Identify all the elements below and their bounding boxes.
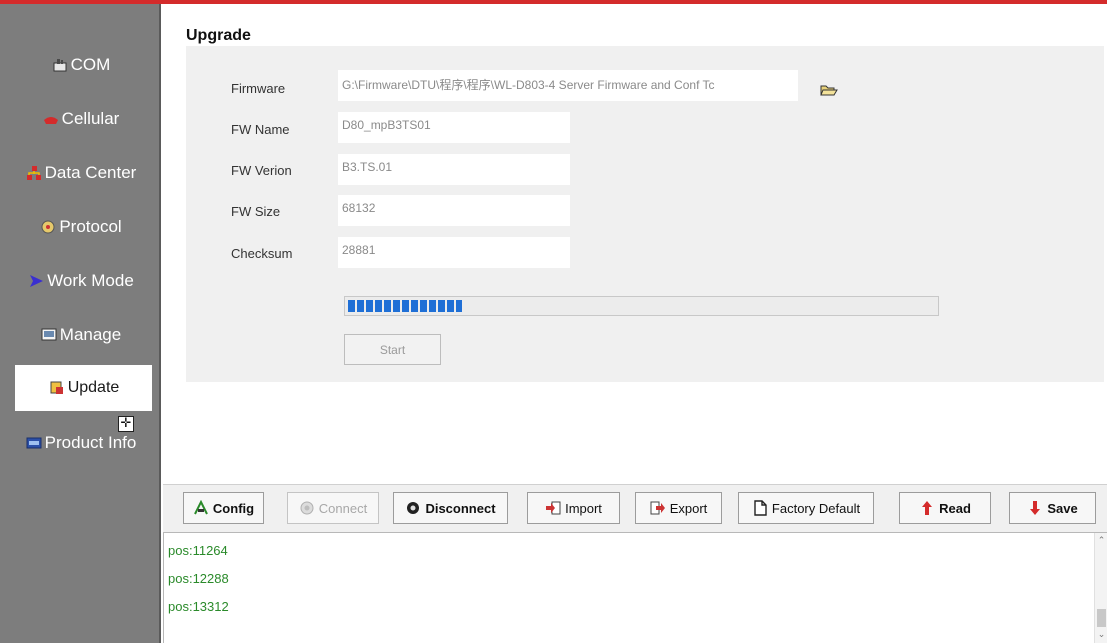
upgrade-progress-bar — [344, 296, 939, 316]
read-label: Read — [939, 500, 971, 516]
scroll-down-icon[interactable]: ⌄ — [1095, 629, 1107, 642]
scroll-up-icon[interactable]: ⌃ — [1095, 535, 1107, 548]
sidebar-item-protocol[interactable]: Protocol — [0, 204, 161, 250]
save-label: Save — [1047, 500, 1078, 516]
sidebar-item-label: Manage — [59, 325, 122, 344]
export-icon — [650, 500, 666, 516]
connect-label: Connect — [318, 500, 368, 516]
fw-name-label: FW Name — [231, 122, 290, 137]
arrow-right-icon — [27, 272, 45, 290]
phone-icon — [42, 110, 60, 128]
sidebar: COM Cellular Data Center Protocol Work M… — [0, 4, 161, 643]
sidebar-item-cellular[interactable]: Cellular — [0, 96, 161, 142]
factory-default-button[interactable]: Factory Default — [738, 492, 874, 524]
import-button[interactable]: Import — [527, 492, 620, 524]
disconnect-label: Disconnect — [425, 500, 496, 516]
move-cursor-icon: ✛ — [118, 416, 134, 432]
import-icon — [545, 500, 561, 516]
sidebar-item-label: Product Info — [44, 433, 137, 452]
import-label: Import — [565, 500, 602, 516]
sidebar-item-manage[interactable]: Manage — [0, 312, 161, 358]
connect-button[interactable]: Connect — [287, 492, 379, 524]
config-icon — [193, 500, 209, 516]
sidebar-item-label: COM — [70, 55, 111, 74]
disconnect-icon — [405, 500, 421, 516]
bottom-toolbar: Config Connect Disconnect Import Export — [163, 484, 1107, 532]
sidebar-item-com[interactable]: COM — [0, 42, 161, 88]
section-title: Upgrade — [186, 27, 251, 44]
log-line: pos:12288 — [168, 571, 229, 586]
log-line: pos:13312 — [168, 599, 229, 614]
progress-fill — [348, 300, 462, 312]
config-label: Config — [212, 500, 255, 516]
com-port-icon — [51, 56, 69, 74]
scroll-thumb[interactable] — [1097, 609, 1106, 627]
save-button[interactable]: Save — [1009, 492, 1096, 524]
sidebar-item-label: Update — [67, 379, 120, 396]
product-info-icon — [25, 434, 43, 452]
fw-size-field[interactable]: 68132 — [338, 195, 570, 226]
log-line: pos:11264 — [168, 543, 228, 558]
sidebar-item-label: Data Center — [44, 163, 137, 182]
fw-size-label: FW Size — [231, 204, 281, 219]
sidebar-item-work-mode[interactable]: Work Mode — [0, 258, 161, 304]
sidebar-item-label: Protocol — [59, 217, 122, 236]
top-accent-bar — [0, 0, 1107, 4]
network-icon — [25, 164, 43, 182]
protocol-icon — [39, 218, 57, 236]
config-button[interactable]: Config — [183, 492, 264, 524]
log-output[interactable]: pos:11264 pos:12288 pos:13312 ⌃ ⌄ — [163, 532, 1107, 643]
sidebar-item-update[interactable]: Update — [15, 365, 152, 411]
open-folder-icon[interactable] — [820, 82, 838, 96]
sidebar-item-product-info[interactable]: Product Info — [0, 420, 161, 466]
sidebar-item-label: Work Mode — [47, 271, 134, 290]
update-icon — [48, 379, 66, 397]
factory-default-label: Factory Default — [771, 500, 861, 516]
fw-version-label: FW Verion — [231, 163, 292, 178]
log-scrollbar[interactable]: ⌃ ⌄ — [1094, 533, 1107, 643]
sidebar-item-label: Cellular — [61, 109, 120, 128]
read-button[interactable]: Read — [899, 492, 991, 524]
disconnect-button[interactable]: Disconnect — [393, 492, 508, 524]
manage-icon — [40, 326, 58, 344]
app-window: COM Cellular Data Center Protocol Work M… — [0, 0, 1107, 643]
sidebar-item-data-center[interactable]: Data Center — [0, 150, 161, 196]
firmware-label: Firmware — [231, 81, 286, 96]
fw-name-field[interactable]: D80_mpB3TS01 — [338, 112, 570, 143]
checksum-field[interactable]: 28881 — [338, 237, 570, 268]
connect-icon — [299, 500, 315, 516]
checksum-label: Checksum — [231, 246, 293, 261]
document-icon — [752, 500, 768, 516]
export-button[interactable]: Export — [635, 492, 722, 524]
arrow-up-icon — [919, 500, 935, 516]
arrow-down-icon — [1027, 500, 1043, 516]
export-label: Export — [669, 500, 708, 516]
start-button[interactable]: Start — [344, 334, 441, 365]
fw-version-field[interactable]: B3.TS.01 — [338, 154, 570, 185]
firmware-path-field[interactable]: G:\Firmware\DTU\程序\程序\WL-D803-4 Server F… — [338, 70, 798, 101]
